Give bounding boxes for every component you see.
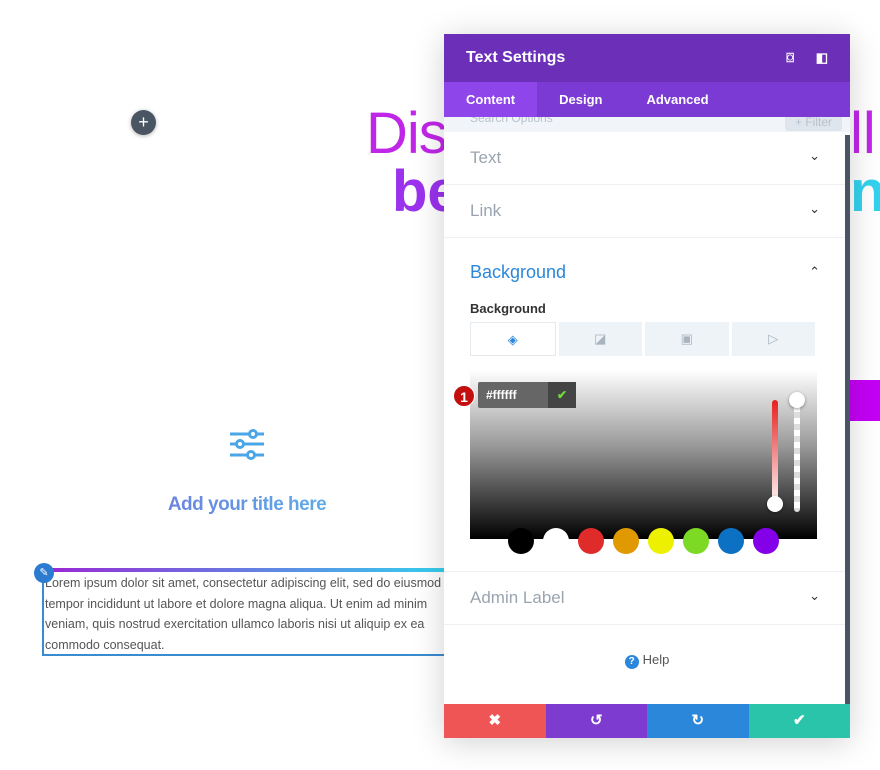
heading-fragment: nt <box>850 159 880 224</box>
color-swatch[interactable] <box>683 528 709 554</box>
bg-image-tab[interactable]: ▣ <box>645 322 729 356</box>
section-link[interactable]: Link ⌄ <box>444 185 850 238</box>
chevron-down-icon: ⌄ <box>809 201 820 216</box>
section-text[interactable]: Text ⌄ <box>444 132 850 185</box>
bg-color-tab[interactable]: ◈ <box>470 322 556 356</box>
opacity-slider-handle[interactable] <box>789 392 805 408</box>
button-module-fragment <box>850 380 880 421</box>
redo-button[interactable]: ↻ <box>647 704 749 738</box>
background-label: Background <box>470 301 546 316</box>
hex-value: #ffffff <box>486 388 517 402</box>
color-swatch[interactable] <box>648 528 674 554</box>
chevron-up-icon[interactable]: ⌃ <box>809 264 820 280</box>
sidebar-toggle-icon[interactable]: ◧ <box>816 50 828 66</box>
image-icon: ▣ <box>680 331 693 346</box>
panel-title: Text Settings <box>466 49 566 66</box>
chevron-down-icon: ⌄ <box>809 148 820 163</box>
edit-pencil-icon[interactable]: ✎ <box>34 563 54 583</box>
save-button[interactable]: ✔ <box>748 704 850 738</box>
video-icon: ▷ <box>768 331 779 346</box>
hex-input[interactable]: #ffffff ✔ <box>478 382 576 408</box>
filter-button[interactable]: + Filter <box>784 117 842 131</box>
color-swatch[interactable] <box>508 528 534 554</box>
step-badge: 1 <box>453 385 475 407</box>
sliders-icon <box>230 429 264 460</box>
add-module-button[interactable]: + <box>131 110 156 135</box>
fullscreen-icon[interactable]: ⌼ <box>786 50 794 66</box>
scrollbar[interactable] <box>845 135 850 704</box>
cancel-button[interactable]: ✖ <box>444 704 546 738</box>
search-input[interactable]: Search Options <box>470 117 553 125</box>
heading-fragment: ll <box>850 101 876 166</box>
text-module[interactable]: Lorem ipsum dolor sit amet, consectetur … <box>42 568 452 656</box>
color-swatch[interactable] <box>578 528 604 554</box>
section-label: Admin Label <box>470 588 565 607</box>
paint-bucket-icon: ◈ <box>507 332 518 347</box>
help-label: Help <box>642 652 670 667</box>
section-background-header[interactable]: Background <box>470 238 824 283</box>
settings-panel: Text Settings ⌼ ◧ Content Design Advance… <box>444 34 850 738</box>
color-swatch[interactable] <box>718 528 744 554</box>
color-swatch[interactable] <box>753 528 779 554</box>
body-text: Lorem ipsum dolor sit amet, consectetur … <box>45 576 442 652</box>
bg-video-tab[interactable]: ▷ <box>731 322 815 356</box>
heading-fragment: Dis <box>366 101 448 166</box>
tab-advanced[interactable]: Advanced <box>624 82 730 117</box>
section-label: Text <box>470 148 502 167</box>
color-swatch[interactable] <box>613 528 639 554</box>
bg-gradient-tab[interactable]: ◪ <box>558 322 642 356</box>
section-admin-label[interactable]: Admin Label ⌄ <box>444 572 850 625</box>
tab-content[interactable]: Content <box>444 82 538 117</box>
color-swatch[interactable] <box>543 528 569 554</box>
chevron-down-icon: ⌄ <box>809 588 820 603</box>
opacity-slider[interactable] <box>794 400 800 512</box>
section-background: Background ⌃ Background ◈ ◪ ▣ ▷ #ffffff ✔… <box>444 238 850 572</box>
blurb-title: Add your title here <box>0 494 494 516</box>
undo-button[interactable]: ↺ <box>545 704 647 738</box>
section-label: Link <box>470 201 502 220</box>
hue-slider[interactable] <box>772 400 778 508</box>
tab-design[interactable]: Design <box>537 82 624 117</box>
check-icon[interactable]: ✔ <box>548 382 576 408</box>
help-icon: ? <box>624 655 639 669</box>
gradient-icon: ◪ <box>594 331 607 346</box>
help-link[interactable]: ? Help <box>444 652 850 669</box>
hue-slider-handle[interactable] <box>767 496 783 512</box>
